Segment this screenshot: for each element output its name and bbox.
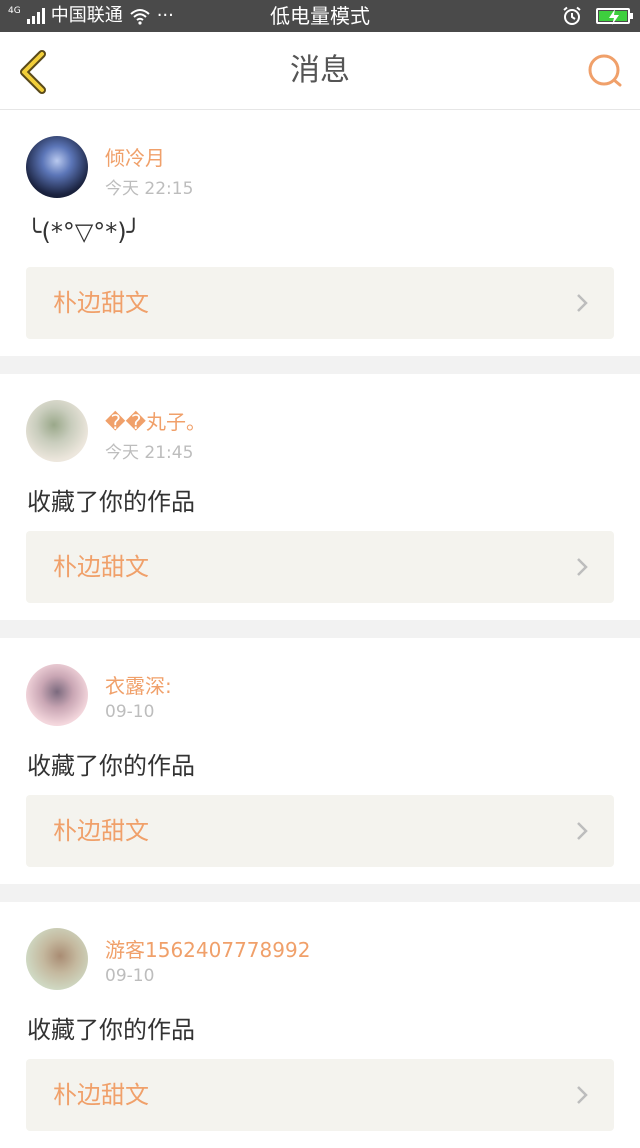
divider: [0, 884, 640, 902]
low-power-mode-label: 低电量模式: [270, 4, 370, 28]
divider: [0, 620, 640, 638]
chevron-right-icon: [577, 294, 588, 312]
username[interactable]: 衣露深:: [105, 670, 172, 699]
username[interactable]: ��丸子。: [105, 406, 206, 435]
work-title: 朴边甜文: [53, 553, 149, 581]
work-link[interactable]: 朴边甜文: [26, 531, 614, 603]
message-time: 09-10: [105, 966, 155, 986]
status-right: [562, 0, 633, 32]
work-title: 朴边甜文: [53, 817, 149, 845]
battery-icon: [596, 8, 633, 25]
message-card: 衣露深: 09-10 收藏了你的作品 朴边甜文: [0, 638, 640, 884]
work-link[interactable]: 朴边甜文: [26, 795, 614, 867]
message-list: 倾冷月 今天 22:15 ╰(*°▽°*)╯ 朴边甜文 ��丸子。 今天 21:…: [0, 110, 640, 1148]
status-bar: 4G 中国联通 ··· 低电量模式: [0, 0, 640, 32]
message-time: 今天 21:45: [105, 443, 194, 463]
work-link[interactable]: 朴边甜文: [26, 267, 614, 339]
work-title: 朴边甜文: [53, 289, 149, 317]
message-text: ╰(*°▽°*)╯: [27, 218, 142, 246]
chevron-right-icon: [577, 1086, 588, 1104]
work-title: 朴边甜文: [53, 1081, 149, 1109]
work-link[interactable]: 朴边甜文: [26, 1059, 614, 1131]
avatar[interactable]: [26, 136, 88, 198]
message-card: 游客1562407778992 09-10 收藏了你的作品 朴边甜文: [0, 902, 640, 1148]
page-title: 消息: [290, 53, 350, 88]
message-time: 09-10: [105, 702, 155, 722]
message-text: 收藏了你的作品: [27, 1016, 195, 1044]
alarm-icon: [563, 6, 581, 25]
message-text: 收藏了你的作品: [27, 488, 195, 516]
username[interactable]: 倾冷月: [105, 142, 165, 171]
chevron-right-icon: [577, 822, 588, 840]
avatar[interactable]: [26, 664, 88, 726]
nav-bar: 消息: [0, 32, 640, 110]
search-icon[interactable]: [586, 52, 624, 90]
chevron-right-icon: [577, 558, 588, 576]
avatar[interactable]: [26, 400, 88, 462]
divider: [0, 356, 640, 374]
message-card: 倾冷月 今天 22:15 ╰(*°▽°*)╯ 朴边甜文: [0, 110, 640, 356]
username[interactable]: 游客1562407778992: [105, 934, 310, 963]
message-time: 今天 22:15: [105, 179, 194, 199]
message-text: 收藏了你的作品: [27, 752, 195, 780]
avatar[interactable]: [26, 928, 88, 990]
message-card: ��丸子。 今天 21:45 收藏了你的作品 朴边甜文: [0, 374, 640, 620]
